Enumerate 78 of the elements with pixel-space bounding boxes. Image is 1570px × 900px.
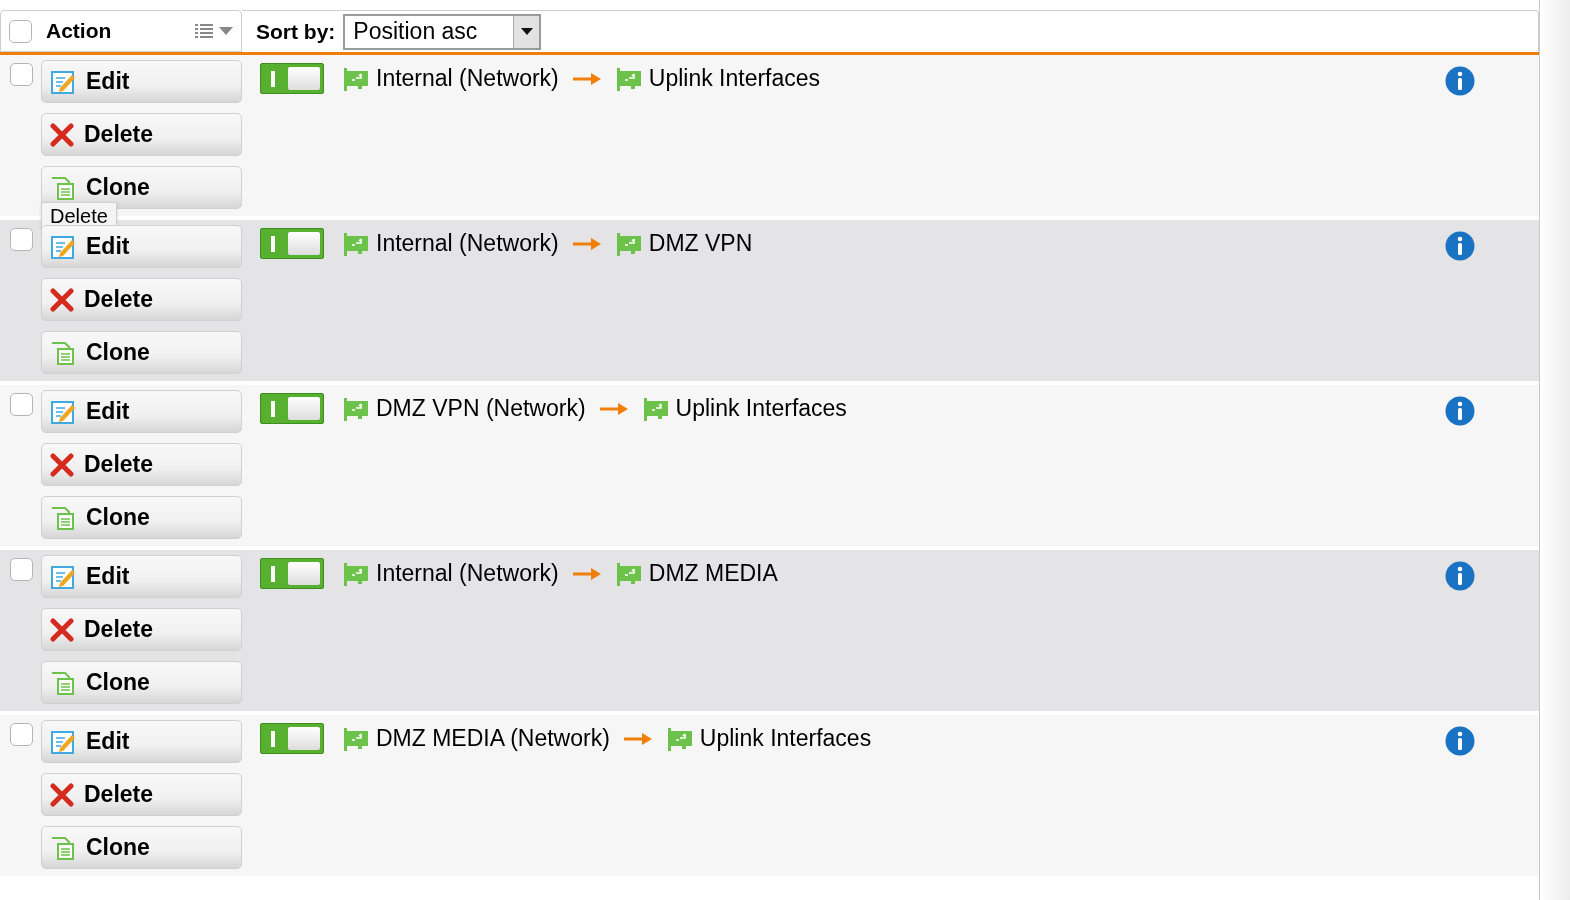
cross-icon — [50, 287, 74, 312]
edit-icon — [50, 563, 76, 590]
target-interface: DMZ MEDIA — [648, 559, 778, 589]
info-icon[interactable] — [1445, 561, 1475, 591]
source-network: Internal (Network) — [376, 559, 559, 589]
edit-button[interactable]: Edit — [41, 555, 242, 598]
network-card-icon — [342, 560, 370, 587]
column-title: Action — [46, 18, 112, 45]
network-card-icon — [665, 725, 694, 752]
info-icon[interactable] — [1445, 66, 1475, 96]
clone-button[interactable]: Clone — [41, 166, 242, 209]
arrow-icon — [599, 402, 628, 415]
checkbox[interactable] — [10, 558, 33, 581]
delete-button[interactable]: Delete — [41, 443, 242, 486]
list-icon — [195, 22, 213, 40]
target-interface: DMZ VPN — [648, 229, 753, 259]
delete-button[interactable]: Delete — [41, 608, 242, 651]
copy-icon — [50, 669, 76, 696]
checkbox[interactable] — [10, 63, 33, 86]
copy-icon — [50, 339, 76, 366]
cross-icon — [50, 122, 74, 147]
network-card-icon — [342, 395, 370, 422]
edit-button[interactable]: Edit — [41, 720, 242, 763]
arrow-icon — [572, 72, 601, 85]
source-network: DMZ VPN (Network) — [376, 394, 586, 424]
checkbox[interactable] — [10, 228, 33, 251]
target-interface: Uplink Interfaces — [648, 64, 821, 94]
source-network: Internal (Network) — [376, 229, 559, 259]
cross-icon — [50, 452, 74, 477]
info-icon[interactable] — [1445, 396, 1475, 426]
sort-label: Sort by: — [256, 18, 336, 45]
network-card-icon — [641, 395, 670, 422]
cross-icon — [50, 617, 74, 642]
caret-icon — [219, 27, 233, 35]
delete-button[interactable]: Delete — [41, 113, 242, 156]
list-options-button[interactable] — [195, 22, 233, 40]
copy-icon — [50, 174, 76, 201]
checkbox[interactable] — [10, 723, 33, 746]
sort-dropdown[interactable]: Position asc — [343, 13, 542, 50]
delete-button[interactable]: Delete — [41, 773, 242, 816]
target-interface: Uplink Interfaces — [675, 394, 847, 424]
edit-button[interactable]: Edit — [41, 60, 242, 103]
network-card-icon — [614, 65, 643, 92]
source-network: DMZ MEDIA (Network) — [376, 724, 610, 754]
network-card-icon — [342, 725, 370, 752]
edit-icon — [50, 728, 76, 755]
toggle-switch[interactable] — [260, 63, 324, 94]
arrow-icon — [623, 732, 652, 745]
edit-icon — [50, 233, 76, 260]
clone-button[interactable]: Clone — [41, 826, 242, 869]
toggle-switch[interactable] — [260, 228, 324, 259]
toggle-switch[interactable] — [260, 558, 324, 589]
edit-button[interactable]: Edit — [41, 390, 242, 433]
clone-button[interactable]: Clone — [41, 331, 242, 374]
edit-button[interactable]: Edit — [41, 225, 242, 268]
toggle-switch[interactable] — [260, 393, 324, 424]
caret-icon — [520, 28, 533, 35]
checkbox[interactable] — [10, 393, 33, 416]
arrow-icon — [572, 237, 601, 250]
info-icon[interactable] — [1445, 231, 1475, 261]
target-interface: Uplink Interfaces — [699, 724, 872, 754]
copy-icon — [50, 834, 76, 861]
edit-icon — [50, 398, 76, 425]
cross-icon — [50, 782, 74, 807]
clone-button[interactable]: Clone — [41, 496, 242, 539]
delete-button[interactable]: Delete — [41, 278, 242, 321]
info-icon[interactable] — [1445, 726, 1475, 756]
clone-button[interactable]: Clone — [41, 661, 242, 704]
copy-icon — [50, 504, 76, 531]
edit-icon — [50, 68, 76, 95]
network-card-icon — [614, 230, 643, 257]
toggle-switch[interactable] — [260, 723, 324, 754]
network-card-icon — [614, 560, 643, 587]
arrow-icon — [572, 567, 601, 580]
network-card-icon — [342, 230, 370, 257]
checkbox[interactable] — [9, 19, 32, 43]
source-network: Internal (Network) — [376, 64, 559, 94]
network-card-icon — [342, 65, 370, 92]
